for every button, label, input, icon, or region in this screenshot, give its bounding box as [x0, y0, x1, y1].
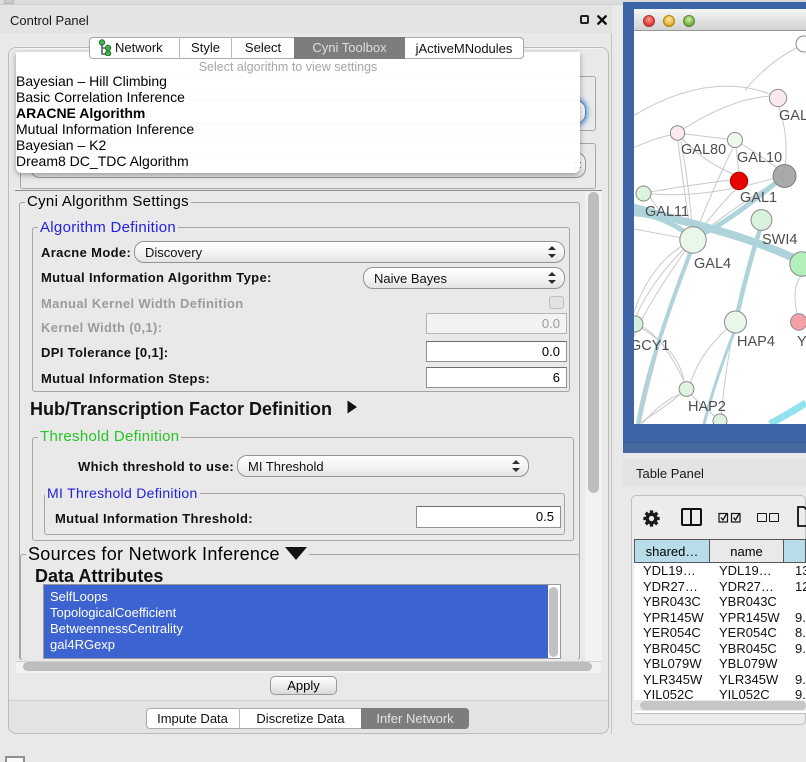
- svg-text:GAL1: GAL1: [740, 190, 777, 206]
- svg-text:GAL10: GAL10: [737, 150, 782, 166]
- svg-text:GCY1: GCY1: [634, 338, 670, 354]
- svg-text:SWI4: SWI4: [762, 232, 797, 248]
- svg-text:GAL: GAL: [779, 108, 806, 124]
- svg-text:GAL11: GAL11: [645, 204, 689, 220]
- svg-text:GAL80: GAL80: [681, 142, 726, 158]
- svg-text:GAL4: GAL4: [694, 256, 731, 272]
- svg-text:HAP2: HAP2: [688, 399, 726, 415]
- svg-text:Y: Y: [797, 334, 806, 350]
- svg-text:HAP4: HAP4: [737, 334, 775, 350]
